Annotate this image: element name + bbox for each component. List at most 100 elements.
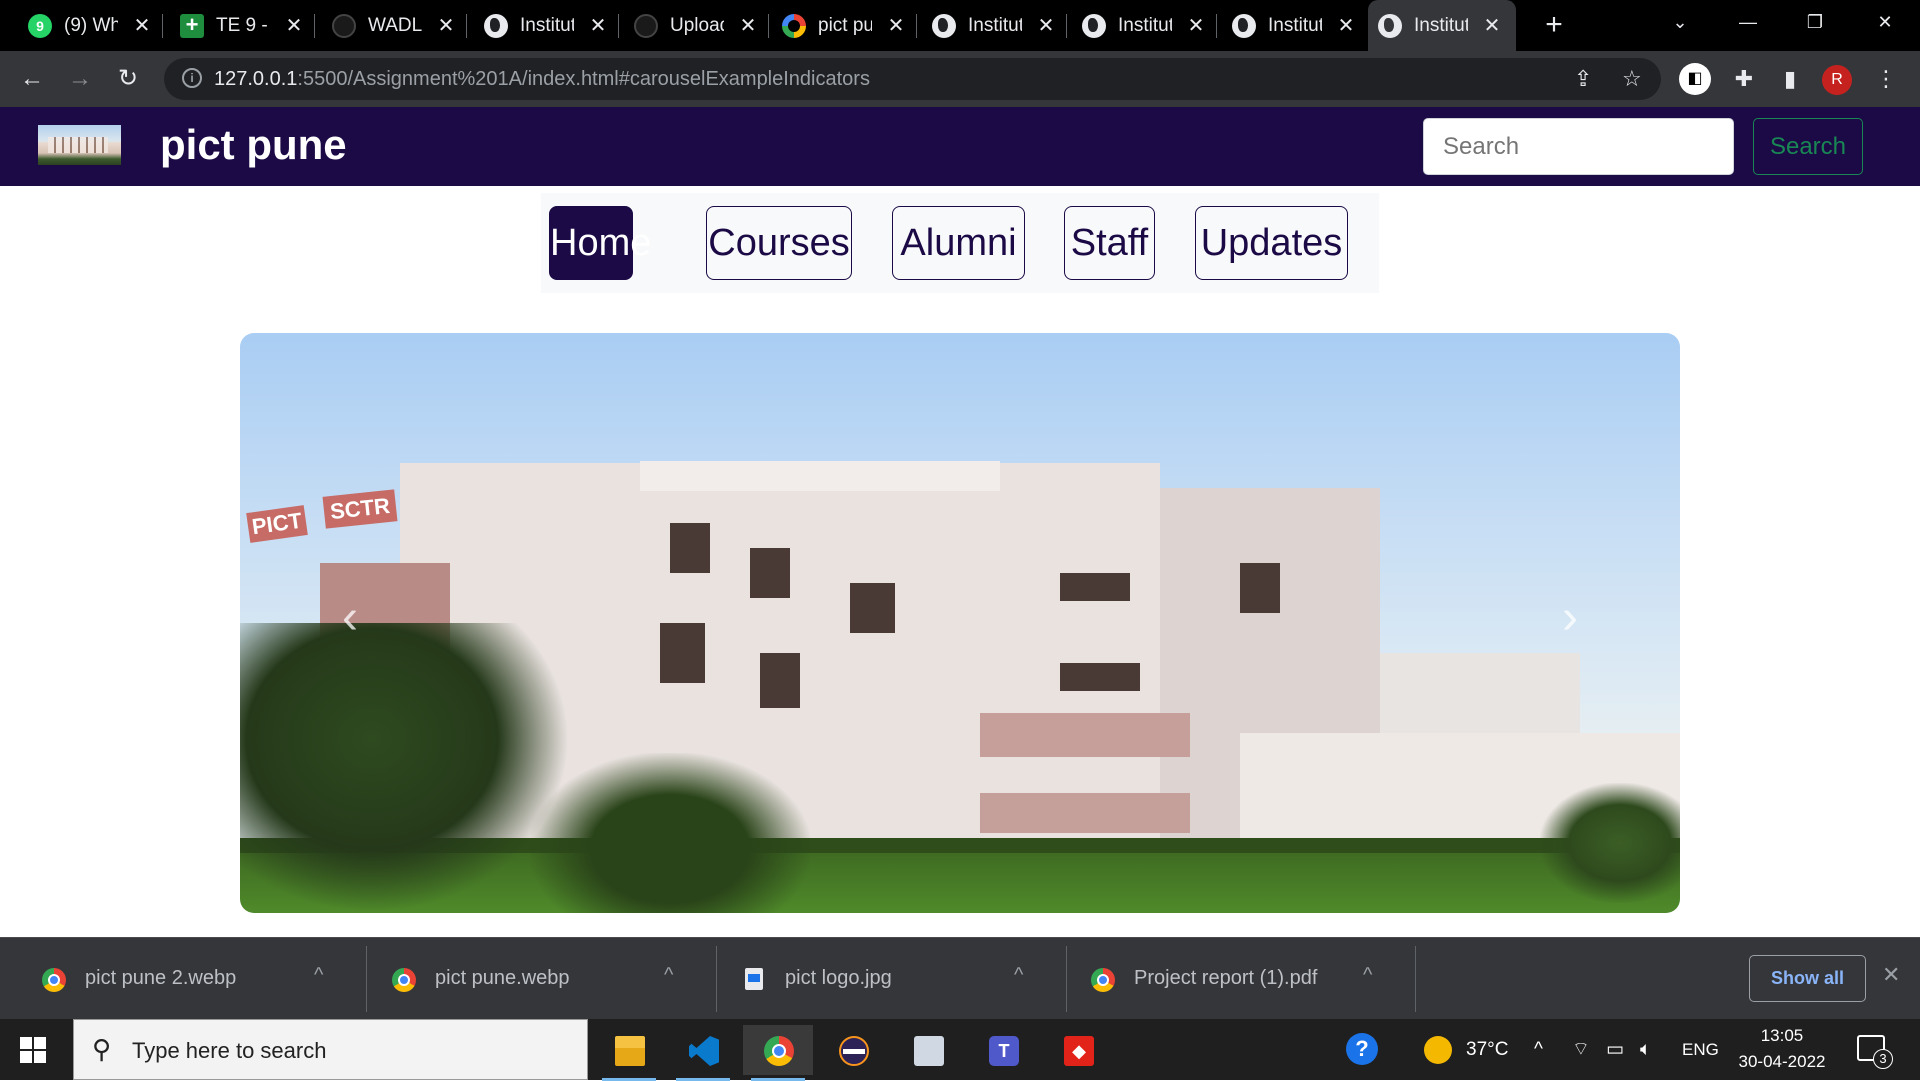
system-app[interactable] — [893, 1025, 963, 1075]
site-info-icon[interactable]: i — [182, 68, 202, 88]
weather-sun-icon[interactable] — [1424, 1036, 1452, 1064]
close-icon[interactable]: ✕ — [132, 13, 152, 38]
download-item[interactable]: pict logo.jpg ^ — [712, 938, 1067, 1020]
tab-github-wadl[interactable]: WADL ✕ — [322, 0, 467, 51]
weather-temp[interactable]: 37°C — [1466, 1019, 1508, 1080]
chevron-up-icon[interactable]: ^ — [1534, 1019, 1543, 1080]
close-window-button[interactable]: ✕ — [1855, 0, 1915, 44]
volume-icon[interactable]: 🔈︎ — [1640, 1019, 1651, 1080]
forward-arrow-icon[interactable]: → — [62, 61, 98, 97]
language-indicator[interactable]: ENG — [1682, 1019, 1719, 1080]
extension-badge-icon[interactable]: ◧ — [1679, 63, 1711, 95]
close-icon[interactable]: ✕ — [738, 13, 758, 38]
building-window — [670, 523, 710, 573]
puzzle-extensions-icon[interactable]: ✚ — [1728, 63, 1760, 95]
close-icon[interactable]: ✕ — [1186, 13, 1206, 38]
close-icon[interactable]: ✕ — [1336, 13, 1356, 38]
tab-google-pict[interactable]: pict pune ✕ — [772, 0, 917, 51]
nav-courses[interactable]: Courses — [706, 206, 852, 280]
tab-institute-1[interactable]: Institute ✕ — [474, 0, 619, 51]
notification-icon[interactable]: 3 — [1857, 1035, 1893, 1069]
help-icon[interactable]: ? — [1346, 1033, 1378, 1065]
building-window — [850, 583, 895, 633]
restore-button[interactable]: ❐ — [1785, 0, 1845, 44]
tab-title: Institute — [1414, 14, 1468, 36]
tab-sheets[interactable]: TE 9 - ENTC ✕ — [170, 0, 315, 51]
wifi-icon[interactable]: ⌔ — [1572, 1019, 1590, 1080]
close-icon[interactable]: ✕ — [1482, 13, 1502, 38]
vscode-app[interactable] — [668, 1025, 738, 1081]
building-roof — [640, 461, 1000, 491]
search-button[interactable]: Search — [1753, 118, 1863, 175]
anydesk-app[interactable]: ◆ — [1043, 1025, 1113, 1075]
google-icon — [782, 13, 806, 38]
nav-home[interactable]: Home — [549, 206, 651, 280]
shrub — [1540, 783, 1680, 903]
windows-start-icon[interactable] — [20, 1037, 46, 1063]
globe-icon — [484, 13, 508, 38]
teams-app[interactable]: T — [968, 1025, 1038, 1075]
carousel-prev-icon[interactable]: ‹ — [330, 588, 370, 648]
chevron-up-icon[interactable]: ^ — [314, 964, 323, 987]
close-icon[interactable]: ✕ — [436, 13, 456, 38]
github-icon — [332, 13, 356, 38]
globe-icon — [1232, 13, 1256, 38]
nav-alumni[interactable]: Alumni — [892, 206, 1025, 280]
chevron-up-icon[interactable]: ^ — [1363, 964, 1372, 987]
anydesk-icon: ◆ — [1064, 1036, 1094, 1066]
profile-avatar[interactable]: R — [1822, 65, 1852, 95]
campus-carousel[interactable]: PICT SCTR ‹ › — [240, 333, 1680, 913]
download-item[interactable]: Project report (1).pdf ^ — [1061, 938, 1416, 1020]
show-all-downloads-button[interactable]: Show all — [1749, 955, 1866, 1002]
chrome-app[interactable] — [743, 1025, 813, 1081]
site-title[interactable]: pict pune — [160, 121, 347, 169]
share-icon[interactable]: ⇪ — [1574, 66, 1592, 92]
tab-institute-3[interactable]: Institute ✕ — [1072, 0, 1217, 51]
site-logo[interactable] — [38, 125, 121, 165]
close-icon[interactable]: ✕ — [284, 13, 304, 38]
chevron-up-icon[interactable]: ^ — [664, 964, 673, 987]
clock[interactable]: 13:05 30-04-2022 — [1733, 1023, 1831, 1075]
tab-search-chevron-icon[interactable]: ⌄ — [1650, 0, 1710, 44]
eclipse-app[interactable] — [818, 1025, 888, 1075]
folder-icon — [615, 1036, 645, 1066]
tab-title: Institute — [520, 14, 574, 36]
reload-icon[interactable]: ↻ — [110, 61, 146, 97]
download-filename: pict pune 2.webp — [85, 967, 237, 989]
tab-institute-active[interactable]: Institute ✕ — [1368, 0, 1516, 51]
search-input[interactable] — [1423, 118, 1734, 175]
close-icon[interactable]: ✕ — [1036, 13, 1056, 38]
close-icon[interactable]: ✕ — [588, 13, 608, 38]
tab-institute-2[interactable]: Institute ✕ — [922, 0, 1067, 51]
nav-updates[interactable]: Updates — [1195, 206, 1348, 280]
chevron-up-icon[interactable]: ^ — [1014, 964, 1023, 987]
close-icon[interactable]: ✕ — [886, 13, 906, 38]
file-explorer-app[interactable] — [594, 1025, 664, 1081]
vscode-icon — [689, 1036, 719, 1066]
address-bar[interactable]: i 127.0.0.1:5500/Assignment%201A/index.h… — [164, 58, 1661, 100]
browser-tab-strip: (9) WhatsApp ✕ TE 9 - ENTC ✕ WADL ✕ Inst… — [0, 0, 1920, 51]
minimize-button[interactable]: — — [1718, 0, 1778, 44]
download-item[interactable]: pict pune.webp ^ — [362, 938, 717, 1020]
url-text[interactable]: 127.0.0.1:5500/Assignment%201A/index.htm… — [214, 68, 870, 91]
building-balcony — [980, 793, 1190, 833]
palm-trees — [240, 623, 570, 913]
sctr-sign: SCTR — [322, 489, 398, 529]
close-icon[interactable]: ✕ — [1882, 962, 1900, 988]
bookmark-star-icon[interactable]: ☆ — [1622, 66, 1642, 92]
carousel-next-icon[interactable]: › — [1550, 588, 1590, 648]
tab-whatsapp[interactable]: (9) WhatsApp ✕ — [18, 0, 163, 51]
building-window — [660, 623, 705, 683]
tab-institute-4[interactable]: Institute ✕ — [1222, 0, 1367, 51]
tab-title: TE 9 - ENTC — [216, 14, 270, 36]
new-tab-button[interactable]: + — [1536, 8, 1572, 42]
battery-icon[interactable]: ▭ — [1606, 1019, 1624, 1080]
site-navbar: pict pune Search — [0, 107, 1920, 186]
kebab-menu-icon[interactable]: ⋮ — [1870, 63, 1902, 95]
back-arrow-icon[interactable]: ← — [14, 61, 50, 97]
tab-github-upload[interactable]: Upload ✕ — [624, 0, 769, 51]
download-item[interactable]: pict pune 2.webp ^ — [12, 938, 367, 1020]
taskbar-search[interactable]: ⚲ Type here to search — [73, 1019, 588, 1080]
nav-staff[interactable]: Staff — [1064, 206, 1155, 280]
side-panel-icon[interactable]: ▮ — [1774, 63, 1806, 95]
